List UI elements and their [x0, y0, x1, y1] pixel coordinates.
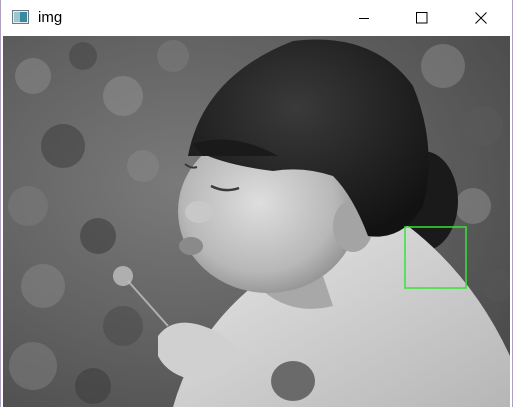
maximize-button[interactable] [399, 0, 445, 36]
maximize-icon [416, 12, 428, 24]
nose [185, 201, 213, 223]
close-button[interactable] [458, 0, 504, 36]
image-window: img [0, 0, 513, 407]
dandelion-head [113, 266, 133, 286]
minimize-button[interactable] [341, 0, 387, 36]
app-icon [12, 10, 29, 24]
title-bar[interactable]: img [1, 0, 512, 36]
minimize-icon [358, 12, 370, 24]
image-canvas[interactable] [3, 36, 510, 407]
grayscale-photo [3, 36, 510, 407]
shirt-flower-pattern [271, 361, 315, 401]
window-title: img [38, 9, 63, 26]
close-icon [475, 12, 487, 24]
mouth [179, 237, 203, 255]
